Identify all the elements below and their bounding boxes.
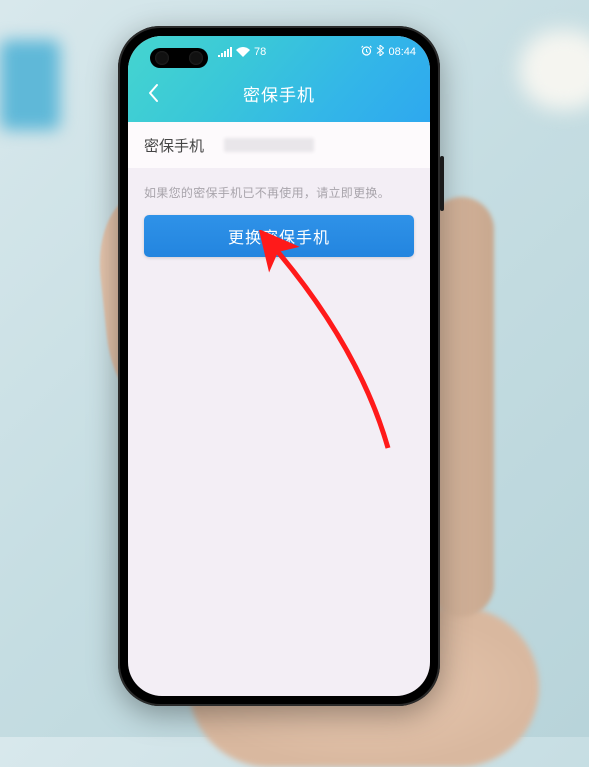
chevron-left-icon xyxy=(147,83,159,103)
nav-bar: 密保手机 xyxy=(128,64,430,122)
phone-screen: 78 08:44 密保手机 密保手机 xyxy=(128,36,430,696)
alarm-icon xyxy=(361,45,372,59)
back-button[interactable] xyxy=(138,78,168,108)
wifi-icon xyxy=(236,47,250,57)
camera-punch-hole xyxy=(150,48,208,68)
background-decor xyxy=(519,30,589,110)
status-time: 08:44 xyxy=(388,46,416,58)
phone-device: 78 08:44 密保手机 密保手机 xyxy=(118,26,440,706)
signal-icon xyxy=(218,47,232,57)
change-security-phone-button[interactable]: 更换密保手机 xyxy=(144,215,414,257)
page-title: 密保手机 xyxy=(128,81,430,106)
security-phone-label: 密保手机 xyxy=(144,135,204,156)
security-phone-row[interactable]: 密保手机 xyxy=(128,122,430,168)
bluetooth-icon xyxy=(376,45,384,59)
hint-text: 如果您的密保手机已不再使用，请立即更换。 xyxy=(128,168,430,215)
battery-label: 78 xyxy=(254,46,266,58)
background-decor xyxy=(0,40,60,130)
security-phone-value-redacted xyxy=(224,138,314,152)
side-button xyxy=(440,156,444,211)
